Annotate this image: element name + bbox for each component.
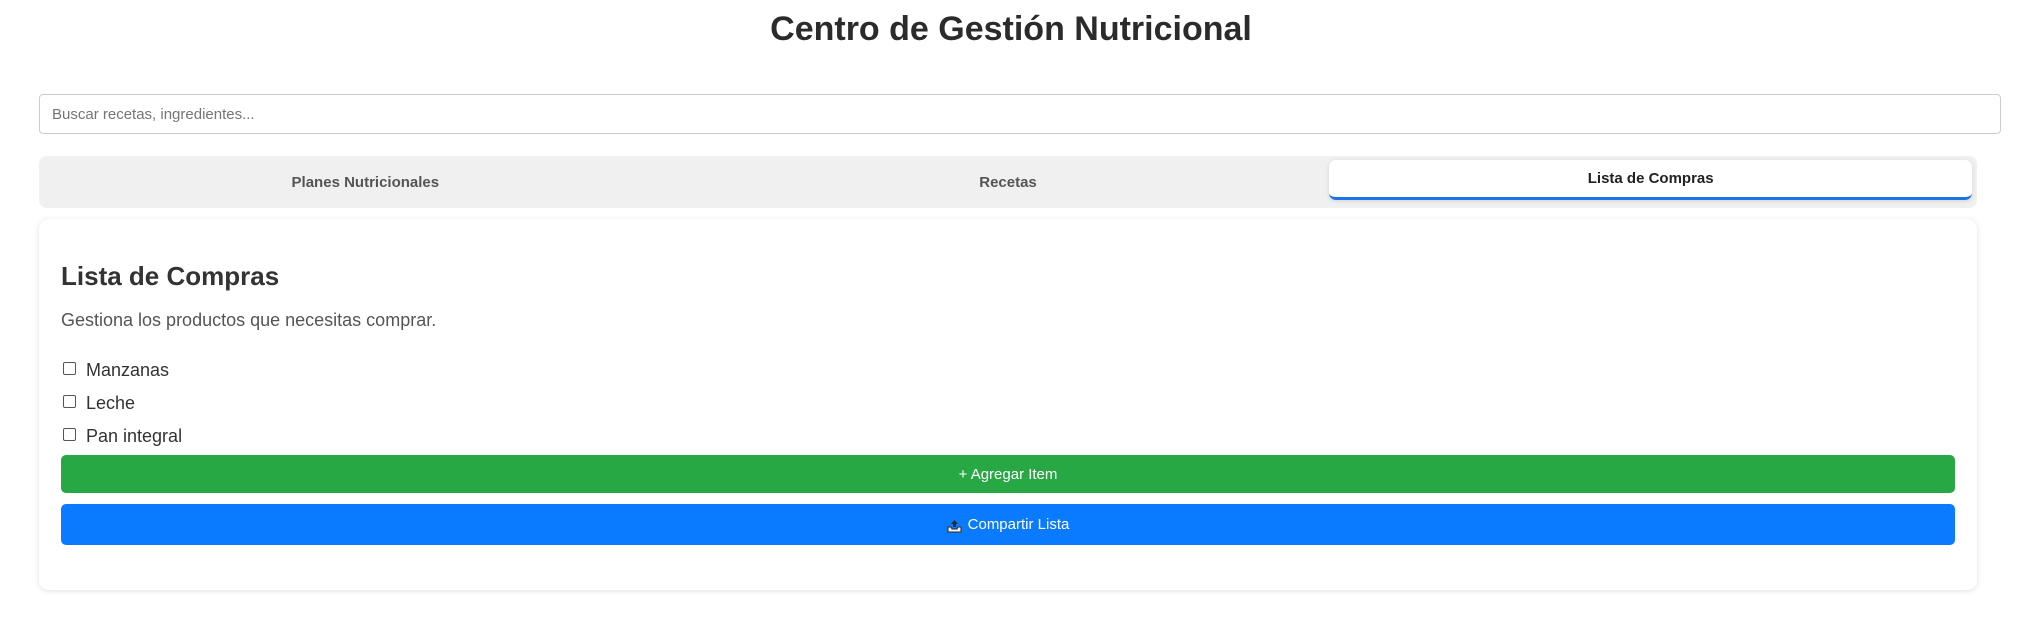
shopping-list-panel: Lista de Compras Gestiona los productos …: [39, 219, 1977, 590]
add-item-button[interactable]: + Agregar Item: [61, 455, 1955, 493]
list-item: Pan integral: [63, 420, 182, 453]
list-item: Manzanas: [63, 354, 182, 387]
search-input[interactable]: [39, 94, 2001, 134]
tab-lista-de-compras[interactable]: Lista de Compras: [1329, 160, 1973, 200]
tab-planes-nutricionales[interactable]: Planes Nutricionales: [44, 161, 687, 203]
list-item: Leche: [63, 387, 182, 420]
item-checkbox[interactable]: [63, 395, 76, 408]
share-button-label: Compartir Lista: [967, 516, 1070, 533]
share-list-button[interactable]: Compartir Lista: [61, 504, 1955, 545]
item-checkbox[interactable]: [63, 428, 76, 441]
item-label: Manzanas: [86, 360, 170, 380]
item-label: Pan integral: [86, 426, 183, 446]
page-title: Centro de Gestión Nutricional: [770, 10, 1252, 48]
section-title: Lista de Compras: [61, 261, 280, 291]
shopping-list: Manzanas Leche Pan integral: [63, 354, 182, 453]
item-label: Leche: [86, 393, 136, 413]
outbox-tray-icon: [947, 519, 962, 533]
tab-bar: Planes Nutricionales Recetas Lista de Co…: [39, 156, 1977, 208]
tab-recetas[interactable]: Recetas: [687, 161, 1330, 203]
item-checkbox[interactable]: [63, 362, 76, 375]
section-description: Gestiona los productos que necesitas com…: [61, 310, 437, 330]
